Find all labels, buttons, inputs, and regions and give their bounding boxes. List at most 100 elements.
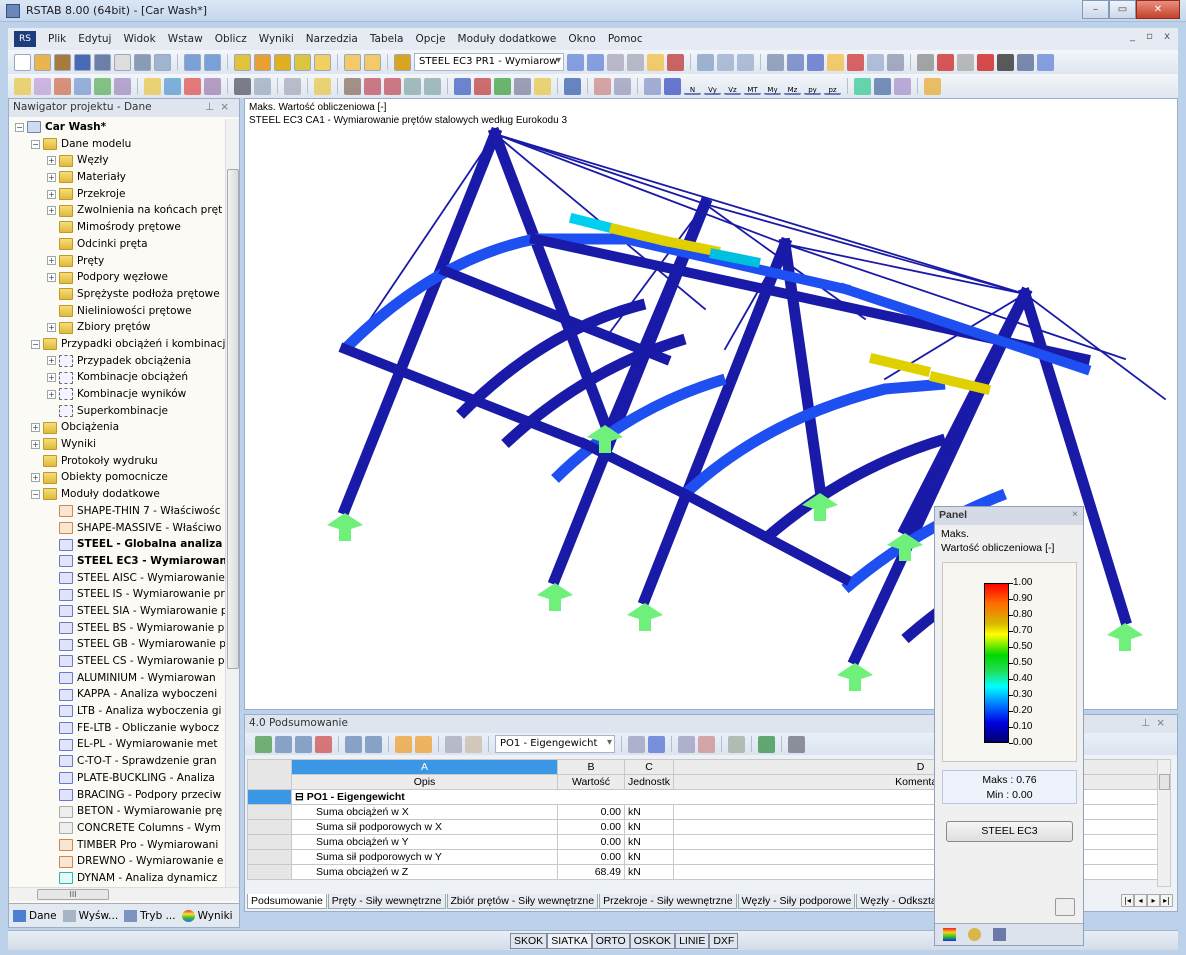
menu-item-3[interactable]: Wstaw [162,33,209,45]
toolbar-button-icon[interactable] [587,53,604,71]
toolbar-button-icon[interactable] [997,53,1014,71]
tree-item[interactable]: STEEL EC3 - Wymiarowanie [9,553,227,570]
toolbar-button-icon[interactable] [534,77,551,95]
menu-item-10[interactable]: Okno [562,33,601,45]
status-toggle-orto[interactable]: ORTO [591,933,630,949]
toolbar-button-icon[interactable] [564,77,581,95]
steel-ec3-button[interactable]: STEEL EC3 [946,821,1073,842]
toolbar-button-icon[interactable] [14,77,31,95]
toolbar-button-icon[interactable] [54,77,71,95]
toolbar-button-icon[interactable] [924,77,941,95]
menu-item-4[interactable]: Oblicz [209,33,253,45]
table-toolbar-icon[interactable] [728,735,745,753]
cell-wartosc[interactable]: 0.00 [557,819,625,835]
force-diagram-Vz-button[interactable]: Vz [724,78,741,95]
case-selector[interactable]: STEEL EC3 PR1 - Wymiarow [414,53,564,71]
results-tab-2[interactable]: Zbiór prętów - Siły wewnętrzne [446,894,599,909]
toolbar-button-icon[interactable] [184,53,201,71]
results-tab-4[interactable]: Węzły - Siły podporowe [737,894,856,909]
toolbar-button-icon[interactable] [917,53,934,71]
tree-item[interactable]: STEEL GB - Wymiarowanie p [9,636,227,653]
tree-item[interactable]: + Pręty [9,253,227,270]
tree-root[interactable]: − Car Wash* [9,119,227,136]
cell-jednostka[interactable]: kN [623,804,675,820]
toolbar-button-icon[interactable] [164,77,181,95]
toolbar-button-icon[interactable] [384,77,401,95]
tree-item[interactable]: STEEL BS - Wymiarowanie p [9,620,227,637]
nav-tab-results[interactable]: Wyniki [181,909,233,922]
tree-item[interactable]: + Obiekty pomocnicze [9,469,227,486]
tree-item[interactable]: + Kombinacje obciążeń [9,369,227,386]
toolbar-button-icon[interactable] [254,53,271,71]
toolbar-button-icon[interactable] [314,77,331,95]
row-header[interactable] [247,819,292,835]
tree-item[interactable]: STEEL - Globalna analiza na [9,536,227,553]
toolbar-button-icon[interactable] [977,53,994,71]
expand-icon[interactable]: + [31,423,40,433]
results-tab-1[interactable]: Pręty - Siły wewnętrzne [327,894,446,909]
cell-jednostka[interactable]: kN [623,819,675,835]
color-scale-tab-icon[interactable] [943,928,956,941]
cell-wartosc[interactable]: 0.00 [557,849,625,865]
table-toolbar-icon[interactable] [295,735,312,753]
row-header[interactable] [247,804,292,820]
expand-icon[interactable]: + [31,439,40,449]
panel-zoom-icon[interactable] [1055,898,1075,916]
tree-item[interactable]: SHAPE-MASSIVE - Właściwo [9,520,227,537]
last-tab-button[interactable]: ▸| [1160,894,1173,907]
toolbar-button-icon[interactable] [567,53,584,71]
toolbar-button-icon[interactable] [234,77,251,95]
toolbar-button-icon[interactable] [184,77,201,95]
cable-member[interactable] [493,132,787,246]
toolbar-button-icon[interactable] [424,77,441,95]
toolbar-button-icon[interactable] [94,77,111,95]
tree-item[interactable]: Mimośrody prętowe [9,219,227,236]
tree-item[interactable]: − Przypadki obciążeń i kombinacj [9,336,227,353]
tree-item[interactable]: Protokoły wydruku [9,453,227,470]
collapse-icon[interactable]: − [31,489,40,499]
status-toggle-dxf[interactable]: DXF [709,933,739,949]
tree-item[interactable]: EL-PL - Wymiarowanie met [9,736,227,753]
navigator-vscroll[interactable] [225,119,239,889]
toolbar-button-icon[interactable] [204,77,221,95]
toolbar-button-icon[interactable] [394,53,411,71]
cell-komentarz[interactable] [673,834,1169,850]
table-toolbar-icon[interactable] [275,735,292,753]
menu-item-5[interactable]: Wyniki [253,33,300,45]
cell-opis[interactable]: Suma obciążeń w Y [291,834,558,850]
tree-item[interactable]: BRACING - Podpory przeciw [9,787,227,804]
tree-item[interactable]: − Dane modelu [9,136,227,153]
mdi-controls[interactable]: _ ▫ x [1130,31,1174,42]
cell-opis[interactable]: Suma sił podporowych w Y [291,849,558,865]
table-toolbar-icon[interactable] [315,735,332,753]
toolbar-button-icon[interactable] [594,77,611,95]
row-header[interactable] [247,789,292,805]
toolbar-button-icon[interactable] [404,77,421,95]
tree-item[interactable]: + Podpory węzłowe [9,269,227,286]
collapse-icon[interactable]: − [31,339,40,349]
factors-tab-icon[interactable] [968,928,981,941]
toolbar-button-icon[interactable] [344,53,361,71]
toolbar-button-icon[interactable] [34,53,51,71]
cell-wartosc[interactable]: 0.00 [557,804,625,820]
tree-item[interactable]: ALUMINIUM - Wymiarowan [9,670,227,687]
tree-item[interactable]: Superkombinacje [9,403,227,420]
tree-item[interactable]: + Zwolnienia na końcach pręt [9,202,227,219]
toolbar-button-icon[interactable] [854,77,871,95]
collapse-icon[interactable]: − [15,122,24,132]
toolbar-button-icon[interactable] [114,53,131,71]
toolbar-button-icon[interactable] [514,77,531,95]
status-toggle-skok[interactable]: SKOK [510,933,548,949]
toolbar-button-icon[interactable] [614,77,631,95]
cell-jednostka[interactable]: kN [623,849,675,865]
toolbar-button-icon[interactable] [154,53,171,71]
tree-item[interactable]: PLATE-BUCKLING - Analiza [9,770,227,787]
cable-member[interactable] [493,132,707,206]
navigator-pin-close[interactable]: ⊥× [205,101,235,113]
expand-icon[interactable]: + [47,356,56,366]
member-utilization-high[interactable] [868,352,932,378]
expand-icon[interactable]: + [47,189,56,199]
toolbar-button-icon[interactable] [887,53,904,71]
column-letter-d[interactable]: D [673,759,1169,775]
row-header[interactable] [247,864,292,880]
